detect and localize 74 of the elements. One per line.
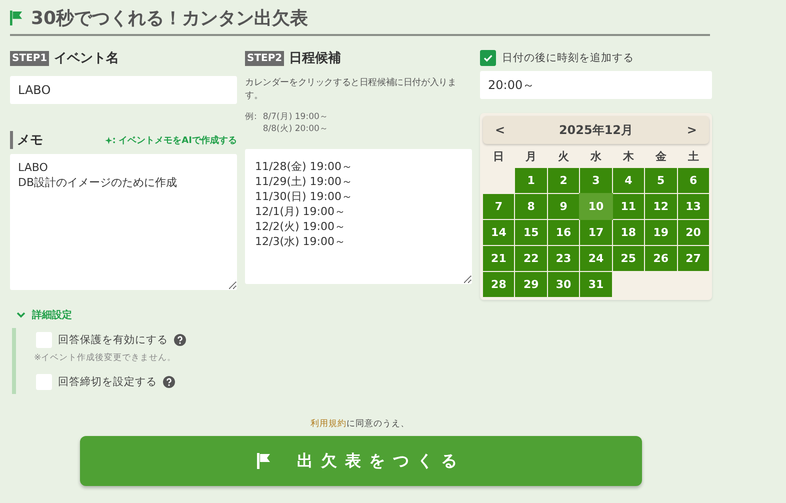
example-text: 8/7(月) 19:00～ (262, 111, 328, 123)
weekday-label: 日 (492, 149, 506, 165)
calendar-day[interactable]: 31 (580, 272, 612, 297)
calendar-day[interactable]: 21 (483, 246, 514, 271)
section-title: メモ (10, 131, 43, 149)
checkbox-label: 日付の後に時刻を追加する (502, 51, 634, 65)
weekday-label: 木 (622, 149, 635, 165)
calendar-day[interactable]: 10 (580, 194, 612, 219)
chevron-icon (16, 310, 26, 320)
calendar-day[interactable]: 1 (515, 168, 547, 193)
calendar-day[interactable]: 29 (515, 272, 547, 297)
calendar-day[interactable]: 20 (678, 220, 709, 245)
calendar-day[interactable]: 5 (645, 168, 677, 193)
calendar-day[interactable]: 12 (645, 194, 677, 219)
weekday-label: 土 (686, 149, 700, 165)
description-text: カレンダーをクリックすると日程候補に日付が入ります。 (245, 76, 458, 102)
checkbox[interactable] (36, 332, 52, 348)
terms-text: 利用規約に同意のうえ、 (310, 418, 410, 430)
help-icon (174, 334, 186, 346)
calendar-day[interactable]: 4 (612, 168, 644, 193)
ai-memo-link[interactable]: イベントメモをAIで作成する (104, 134, 237, 146)
weekday-label: 金 (654, 149, 668, 165)
sparkle-icon (104, 136, 116, 144)
calendar-day[interactable]: 6 (678, 168, 709, 193)
weekday-label: 火 (557, 149, 570, 165)
check-icon (482, 52, 494, 64)
calendar-day[interactable]: 30 (548, 272, 580, 297)
weekday-label: 月 (524, 149, 538, 165)
calendar-day[interactable]: 16 (548, 220, 580, 245)
example-label: 例: (245, 111, 257, 124)
checkbox[interactable] (36, 374, 52, 390)
prev-month-button[interactable]: < (491, 123, 510, 137)
terms-link[interactable]: 利用規約 (310, 419, 346, 429)
calendar-day[interactable]: 7 (483, 194, 514, 219)
time-field[interactable]: 20:00～ (480, 71, 712, 99)
calendar-day[interactable]: 9 (548, 194, 580, 219)
step-badge: STEP1 (10, 50, 50, 66)
section-title: イベント名 (54, 50, 120, 67)
calendar-day[interactable]: 19 (645, 220, 677, 245)
note-text: ※イベント作成後変更できません。 (34, 352, 178, 364)
next-month-button[interactable]: > (682, 123, 701, 137)
month-title: 2025年12月 (558, 122, 634, 138)
calendar-day[interactable]: 23 (548, 246, 580, 271)
checkbox-label: 回答締切を設定する (58, 375, 157, 389)
calendar-day[interactable]: 11 (612, 194, 644, 219)
create-button[interactable]: 出欠表をつくる (80, 436, 642, 486)
calendar-day[interactable]: 17 (580, 220, 612, 245)
details-toggle[interactable]: 詳細設定 (10, 308, 78, 322)
checkbox[interactable] (480, 50, 496, 66)
flag-icon (10, 10, 23, 26)
example-text: 8/8(火) 20:00～ (262, 123, 328, 135)
calendar-day[interactable]: 3 (580, 168, 612, 193)
calendar-day[interactable]: 13 (678, 194, 709, 219)
calendar-day[interactable]: 27 (678, 246, 709, 271)
help-icon (163, 376, 175, 388)
calendar-day[interactable]: 28 (483, 272, 514, 297)
calendar-day[interactable]: 25 (612, 246, 644, 271)
calendar-day[interactable]: 18 (612, 220, 644, 245)
calendar-day[interactable]: 26 (645, 246, 677, 271)
calendar-day[interactable]: 24 (580, 246, 612, 271)
checkbox-label: 回答保護を有効にする (58, 333, 168, 347)
memo-field[interactable]: LABO DB設計のイメージのために作成 (10, 154, 237, 290)
schedule-field[interactable]: 11/28(金) 19:00～ 11/29(土) 19:00～ 11/30(日) 19:00～ 12/1(月) 19:00～ 12/2(火) 19:00～ 12/3(水) 19:00～ (245, 149, 472, 284)
calendar-day[interactable]: 8 (515, 194, 547, 219)
calendar-day[interactable]: 22 (515, 246, 547, 271)
step-badge: STEP2 (245, 50, 284, 66)
calendar-day[interactable]: 2 (548, 168, 580, 193)
calendar-day[interactable]: 15 (515, 220, 547, 245)
event-name-field[interactable]: LABO (10, 76, 237, 104)
section-title: 日程候補 (289, 50, 342, 67)
page-title: 30秒でつくれる！カンタン出欠表 (31, 7, 308, 30)
calendar-day[interactable]: 14 (483, 220, 514, 245)
flag-icon (257, 453, 271, 469)
weekday-label: 水 (589, 149, 602, 165)
